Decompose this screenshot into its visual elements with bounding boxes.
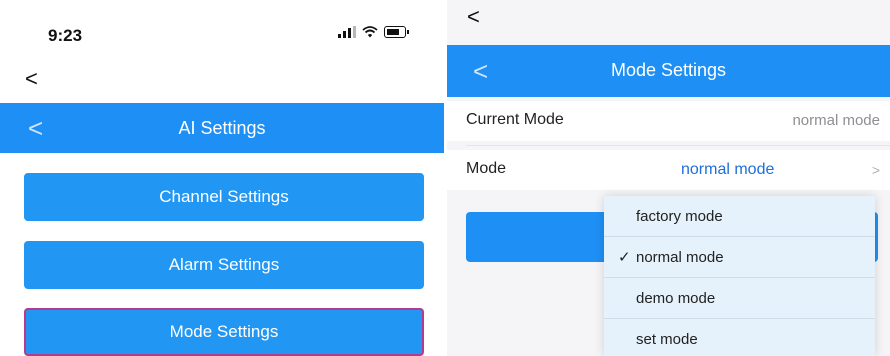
mode-settings-screen: < < Mode Settings Current Mode normal mo… <box>447 0 890 356</box>
ai-settings-header: < AI Settings <box>0 103 444 153</box>
mode-dropdown[interactable]: factory mode ✓ normal mode demo mode set… <box>604 196 875 356</box>
check-icon: ✓ <box>618 249 631 266</box>
mode-option-normal[interactable]: ✓ normal mode <box>604 237 875 278</box>
mode-select-row[interactable]: Mode normal mode > <box>447 150 890 190</box>
current-mode-label: Current Mode <box>466 111 564 128</box>
mode-select-value[interactable]: normal mode <box>681 161 774 179</box>
wifi-icon <box>362 26 378 38</box>
status-icons <box>338 26 409 38</box>
mode-label: Mode <box>466 160 507 177</box>
mode-option-demo[interactable]: demo mode <box>604 278 875 319</box>
current-mode-row: Current Mode normal mode <box>447 101 890 141</box>
chevron-right-icon: > <box>871 162 880 178</box>
mode-option-factory[interactable]: factory mode <box>604 196 875 237</box>
status-time: 9:23 <box>48 26 83 45</box>
channel-settings-button[interactable]: Channel Settings <box>24 173 424 221</box>
battery-icon <box>384 26 409 38</box>
signal-icon <box>338 26 356 38</box>
back-icon[interactable]: < <box>25 66 38 92</box>
alarm-settings-button[interactable]: Alarm Settings <box>24 241 424 289</box>
ai-settings-screen: 9:23 < < AI Settings Channel Settings Al… <box>0 0 444 356</box>
page-title: AI Settings <box>178 118 266 138</box>
row-divider <box>466 145 890 146</box>
current-mode-value: normal mode <box>792 112 880 129</box>
back-icon[interactable]: < <box>467 4 480 30</box>
page-title: Mode Settings <box>610 60 727 80</box>
mode-settings-button[interactable]: Mode Settings <box>24 308 424 356</box>
mode-settings-header: < Mode Settings <box>447 45 890 97</box>
mode-option-set[interactable]: set mode <box>604 319 875 356</box>
